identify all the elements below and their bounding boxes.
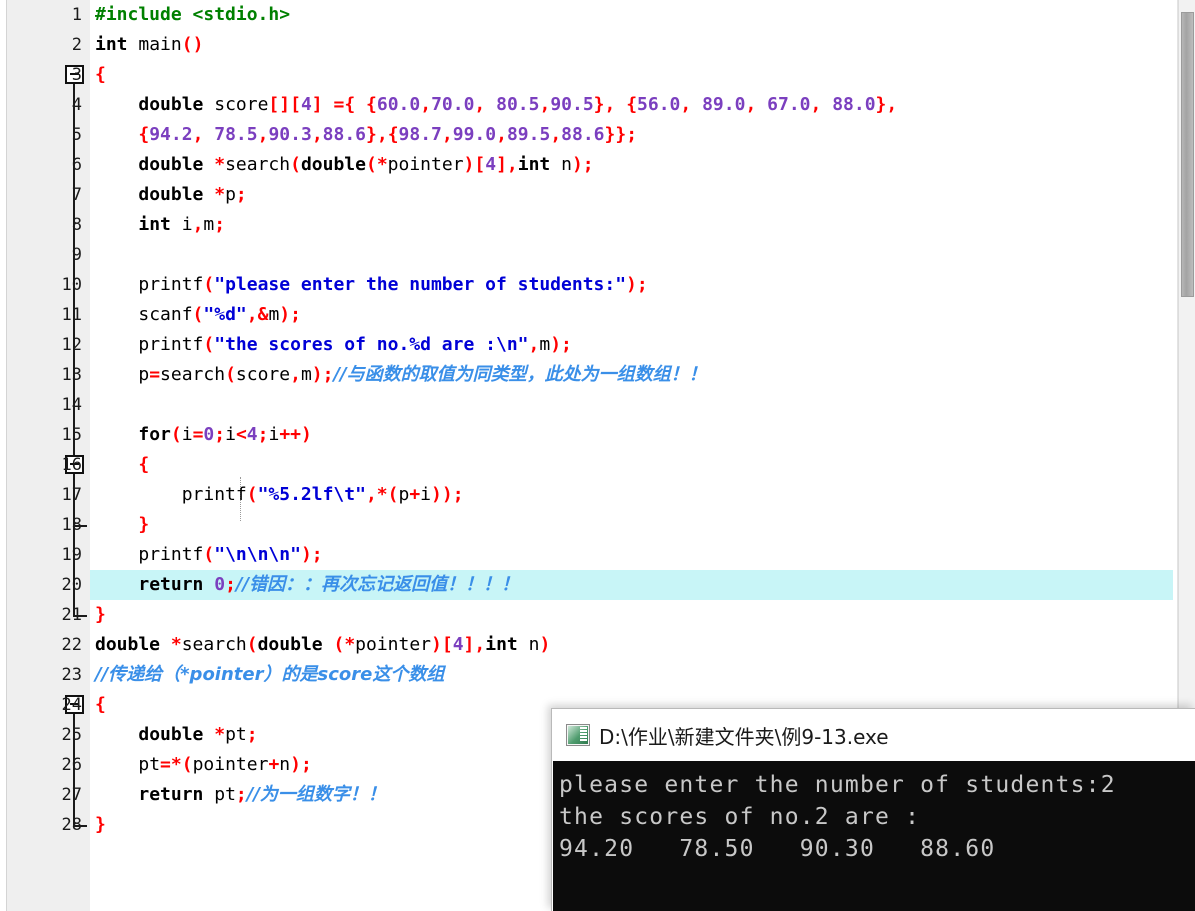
code-line[interactable]: {	[90, 60, 106, 90]
console-output-line: the scores of no.2 are :	[559, 804, 921, 830]
line-number: 1	[71, 5, 82, 25]
line-number: 14	[61, 395, 82, 415]
code-line[interactable]: pt=*(pointer+n);	[90, 750, 311, 780]
code-line[interactable]: for(i=0;i<4;i++)	[90, 420, 311, 450]
line-number: 19	[61, 545, 82, 565]
line-number: 25	[61, 725, 82, 745]
line-number: 6	[71, 155, 82, 175]
line-number: 24	[61, 695, 82, 715]
line-number: 2	[71, 35, 82, 55]
console-output-line: please enter the number of students:2	[559, 772, 1116, 798]
code-line[interactable]	[90, 390, 95, 420]
code-line[interactable]: //传递给（*pointer）的是score这个数组	[90, 660, 444, 690]
code-line[interactable]: }	[90, 510, 149, 540]
code-line[interactable]: double *p;	[90, 180, 246, 210]
code-line[interactable]: {	[90, 690, 106, 720]
line-number: 10	[61, 275, 82, 295]
line-number: 3	[71, 65, 82, 85]
line-number: 27	[61, 785, 82, 805]
line-number: 12	[61, 335, 82, 355]
code-line[interactable]: int main()	[90, 30, 203, 60]
console-window[interactable]: D:\作业\新建文件夹\例9-13.exe please enter the n…	[551, 708, 1195, 911]
line-number-gutter: 1 2 3 4 5 6 7 8 9 10 11 12 13 14 15 16 17 18 19 20 21 22 23 24 2…	[7, 0, 90, 911]
line-number: 28	[61, 815, 82, 835]
code-line[interactable]: printf("please enter the number of stude…	[90, 270, 647, 300]
line-number: 11	[61, 305, 82, 325]
line-number: 7	[71, 185, 82, 205]
code-line[interactable]: return pt;//为一组数字！！	[90, 780, 386, 810]
line-number: 23	[61, 665, 82, 685]
code-line[interactable]: }	[90, 810, 106, 840]
line-number: 5	[71, 125, 82, 145]
code-line[interactable]: {94.2, 78.5,90.3,88.6},{98.7,99.0,89.5,8…	[90, 120, 637, 150]
line-number: 21	[61, 605, 82, 625]
code-line[interactable]: double *pt;	[90, 720, 257, 750]
editor-left-margin	[0, 0, 7, 911]
code-line[interactable]: p=search(score,m);//与函数的取值为同类型，此处为一组数组！！	[90, 360, 706, 390]
code-line[interactable]: #include <stdio.h>	[90, 0, 290, 30]
code-line[interactable]: printf("%5.2lf\t",*(p+i));	[90, 480, 464, 510]
line-number: 13	[61, 365, 82, 385]
line-number: 9	[71, 245, 82, 265]
code-line[interactable]: printf("the scores of no.%d are :\n",m);	[90, 330, 572, 360]
code-line[interactable]: double score[][4] ={ {60.0,70.0, 80.5,90…	[90, 90, 897, 120]
console-app-icon	[566, 724, 590, 746]
line-number: 15	[61, 425, 82, 445]
vertical-scrollbar-thumb[interactable]	[1181, 12, 1194, 297]
line-number: 17	[61, 485, 82, 505]
code-line[interactable]: int i,m;	[90, 210, 225, 240]
code-line[interactable]: }	[90, 600, 106, 630]
code-line[interactable]: scanf("%d",&m);	[90, 300, 301, 330]
console-output-line: 94.20 78.50 90.30 88.60	[559, 836, 996, 862]
line-number: 4	[71, 95, 82, 115]
line-number: 8	[71, 215, 82, 235]
console-titlebar[interactable]: D:\作业\新建文件夹\例9-13.exe	[552, 709, 1195, 761]
console-output: please enter the number of students:2 the…	[553, 761, 1195, 911]
line-number: 18	[61, 515, 82, 535]
line-number: 20	[61, 575, 82, 595]
console-title-text: D:\作业\新建文件夹\例9-13.exe	[599, 724, 889, 749]
line-number: 26	[61, 755, 82, 775]
code-line[interactable]	[90, 240, 95, 270]
code-line[interactable]: printf("\n\n\n");	[90, 540, 322, 570]
line-number: 16	[61, 455, 82, 475]
code-line[interactable]: double *search(double(*pointer)[4],int n…	[90, 150, 593, 180]
line-number: 22	[61, 635, 82, 655]
code-line[interactable]: double *search(double (*pointer)[4],int …	[90, 630, 550, 660]
code-line[interactable]: return 0;//错因：：再次忘记返回值！！！！	[90, 570, 1176, 600]
code-line[interactable]: {	[90, 450, 149, 480]
